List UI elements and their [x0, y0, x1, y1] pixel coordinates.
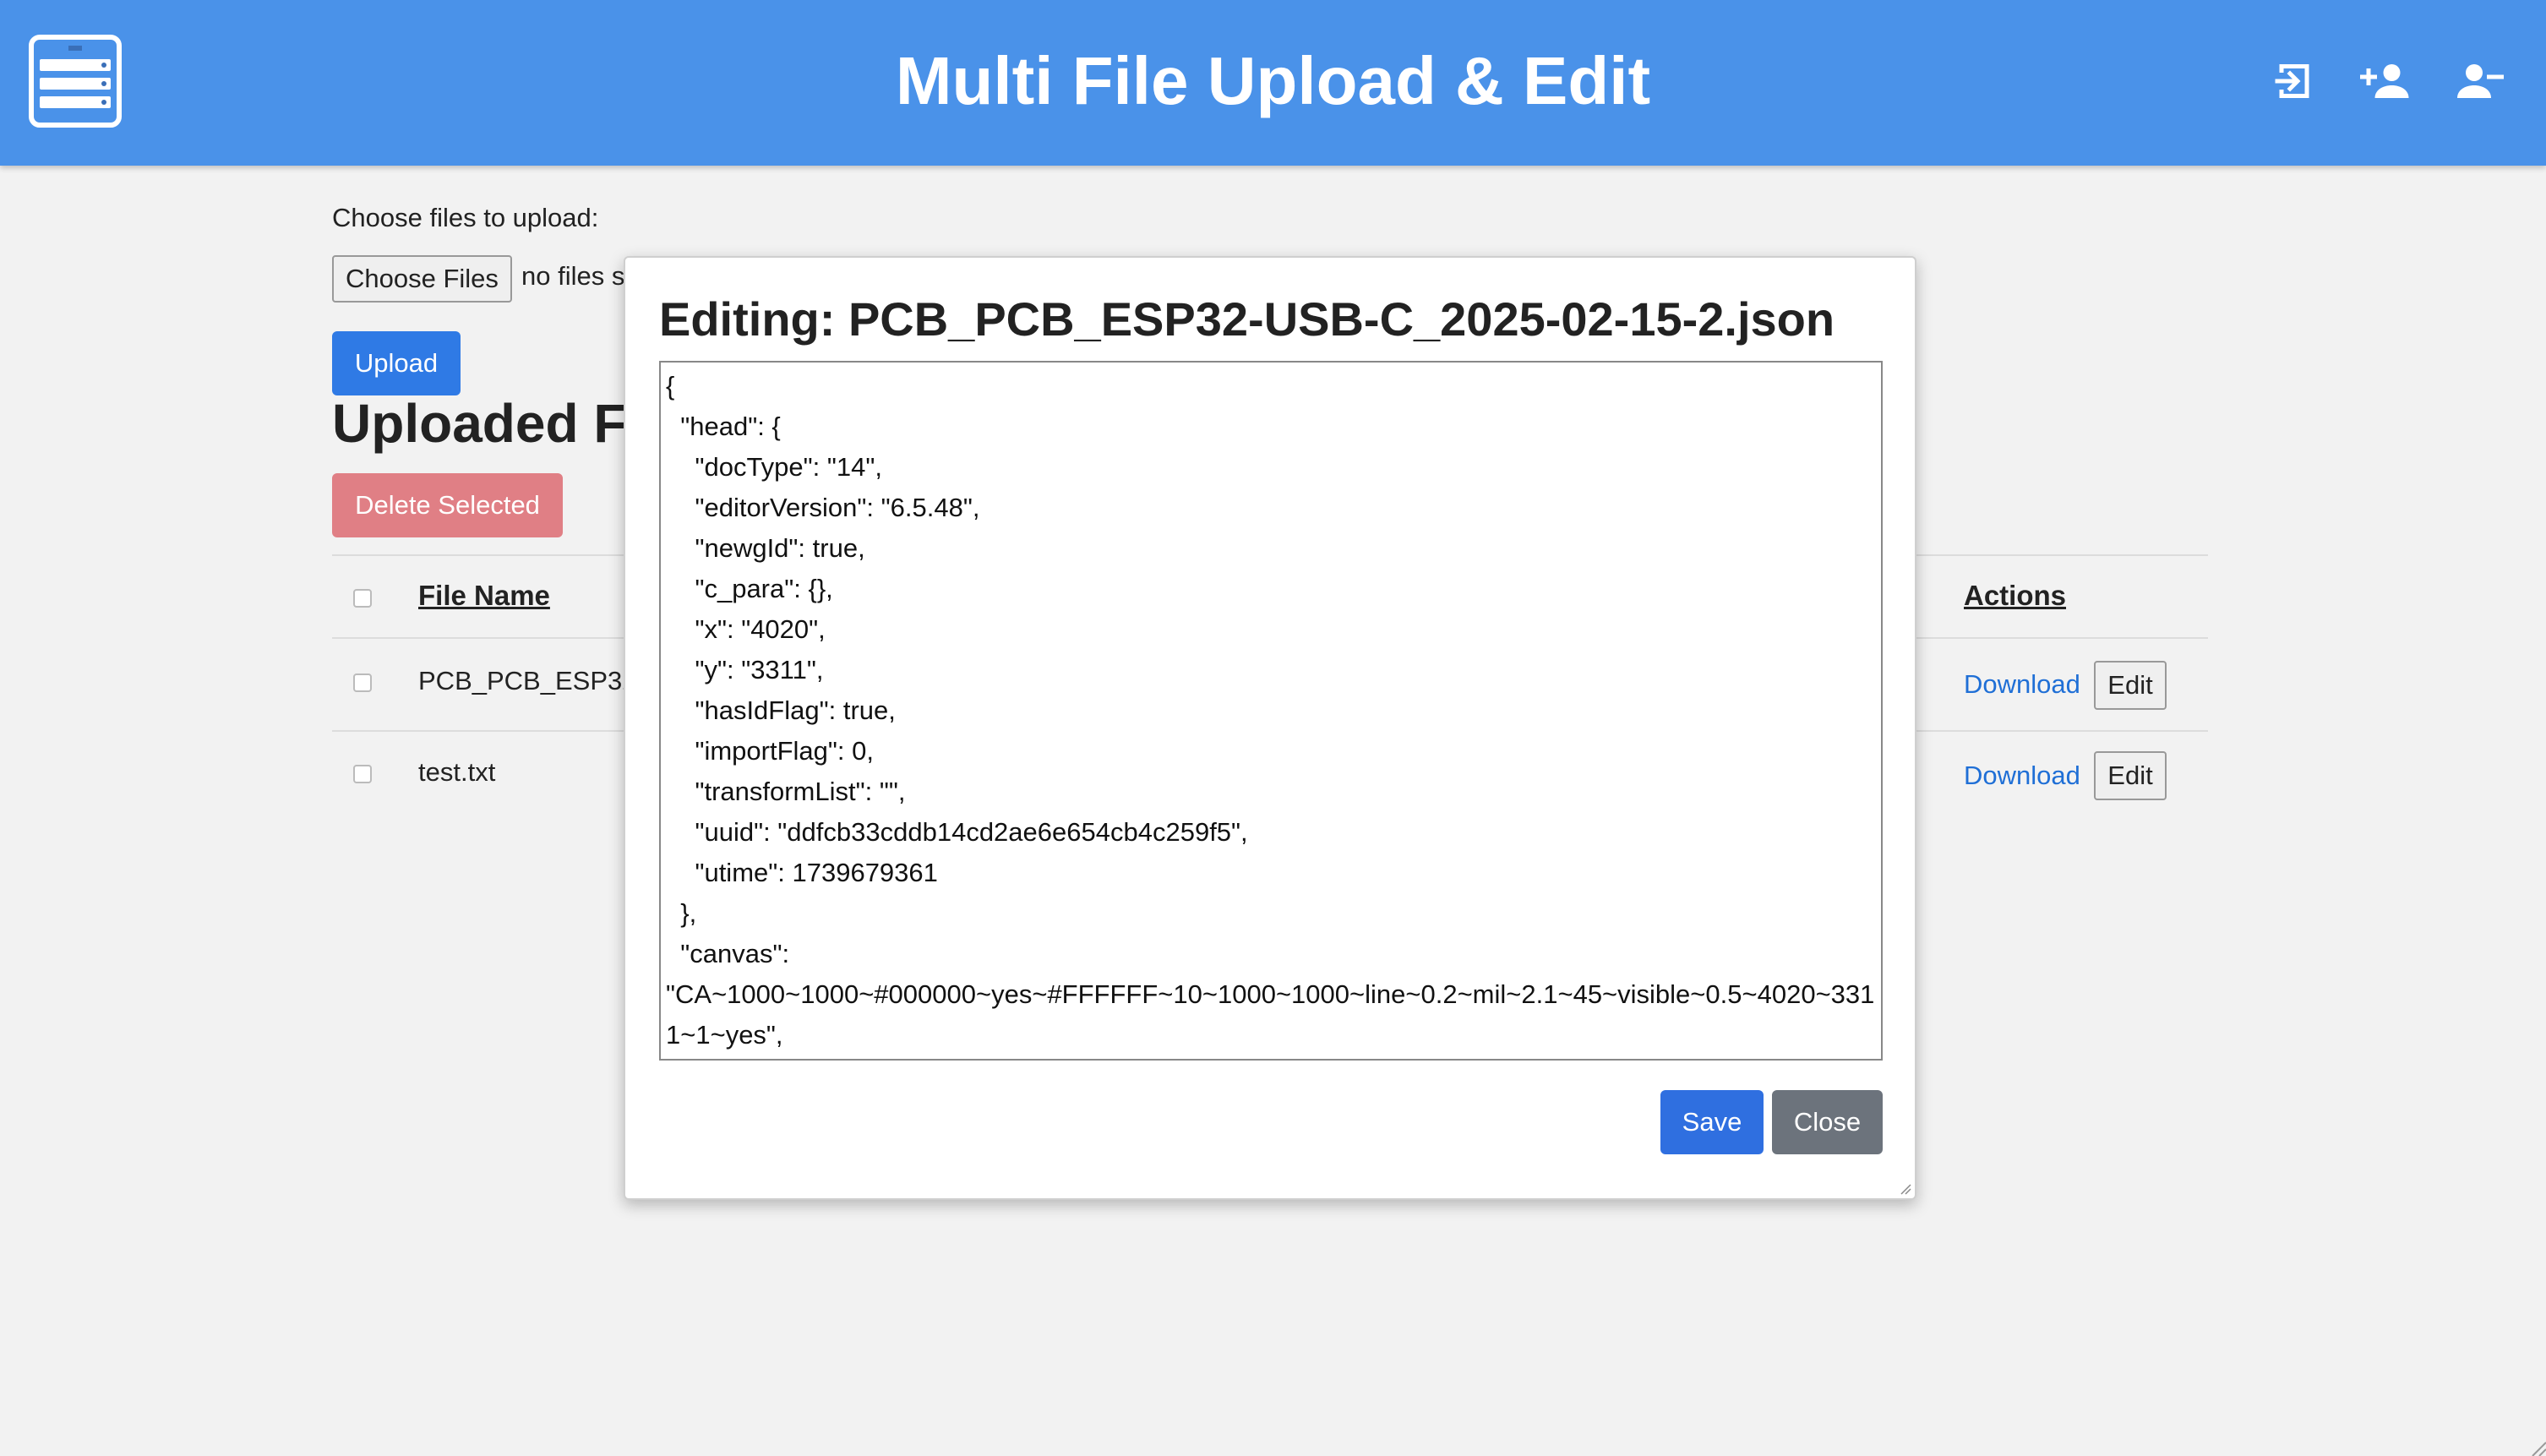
row-checkbox[interactable]: [353, 765, 372, 783]
download-link[interactable]: Download: [1964, 761, 2080, 791]
edit-file-modal: Editing: PCB_PCB_ESP32-USB-C_2025-02-15-…: [624, 256, 1916, 1200]
close-button[interactable]: Close: [1772, 1090, 1883, 1154]
file-content-editor[interactable]: { "head": { "docType": "14", "editorVers…: [659, 361, 1883, 1061]
app-header: Multi File Upload & Edit: [0, 0, 2546, 166]
modal-title: Editing: PCB_PCB_ESP32-USB-C_2025-02-15-…: [659, 292, 1835, 346]
edit-button[interactable]: Edit: [2094, 661, 2167, 710]
file-name-cell: test.txt: [418, 757, 496, 787]
window-resize-icon[interactable]: [2529, 1439, 2546, 1456]
upload-button[interactable]: Upload: [332, 331, 461, 395]
edit-button[interactable]: Edit: [2094, 751, 2167, 800]
delete-selected-button[interactable]: Delete Selected: [332, 473, 563, 537]
file-status-text: no files s: [521, 261, 625, 291]
person-remove-icon[interactable]: [2453, 56, 2504, 106]
save-button[interactable]: Save: [1660, 1090, 1764, 1154]
file-name-cell: PCB_PCB_ESP32: [418, 666, 637, 695]
row-checkbox[interactable]: [353, 673, 372, 692]
select-all-checkbox[interactable]: [353, 589, 372, 608]
file-name-header: File Name: [418, 580, 550, 611]
uploaded-files-heading: Uploaded Fi: [332, 393, 642, 454]
choose-files-button[interactable]: Choose Files: [332, 255, 512, 303]
person-add-icon[interactable]: [2360, 56, 2411, 106]
resize-handle-icon[interactable]: [1898, 1181, 1911, 1195]
download-link[interactable]: Download: [1964, 669, 2080, 700]
login-icon[interactable]: [2269, 56, 2320, 106]
actions-header: Actions: [1964, 580, 2067, 611]
app-title: Multi File Upload & Edit: [895, 43, 1651, 118]
choose-files-label: Choose files to upload:: [332, 203, 599, 232]
